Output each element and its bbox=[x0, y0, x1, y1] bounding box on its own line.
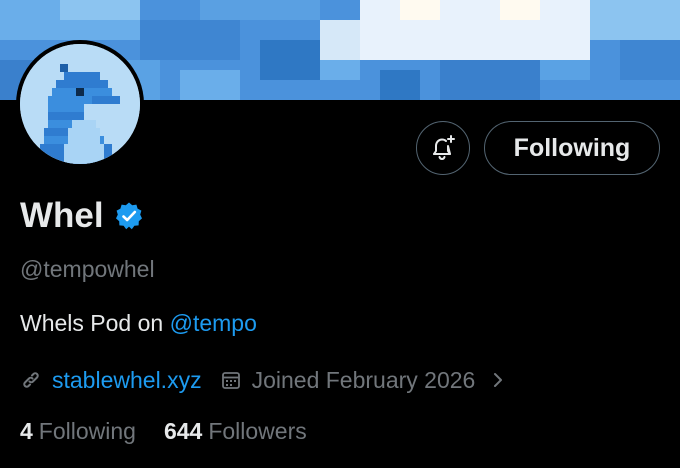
verified-badge-icon[interactable] bbox=[114, 201, 144, 231]
calendar-icon bbox=[220, 369, 242, 391]
bio-mention-link[interactable]: @tempo bbox=[170, 310, 257, 336]
display-name: Whel bbox=[20, 196, 104, 235]
following-stat-link[interactable]: 4 Following bbox=[20, 418, 136, 445]
bio: Whels Pod on @tempo bbox=[20, 310, 257, 337]
followers-count: 644 bbox=[163, 418, 203, 444]
link-icon bbox=[20, 369, 42, 391]
chevron-right-icon[interactable] bbox=[491, 369, 505, 391]
following-count: 4 bbox=[20, 418, 33, 444]
profile-meta-row: stablewhel.xyz Joined February 2026 bbox=[20, 364, 505, 396]
website-link[interactable]: stablewhel.xyz bbox=[52, 367, 202, 394]
avatar-image bbox=[20, 44, 140, 164]
bio-text: Whels Pod on bbox=[20, 310, 170, 336]
avatar[interactable] bbox=[16, 40, 144, 168]
following-label: Following bbox=[38, 418, 136, 444]
following-button[interactable]: Following bbox=[484, 121, 660, 175]
display-name-row: Whel bbox=[20, 192, 144, 240]
joined-date: Joined February 2026 bbox=[251, 366, 476, 393]
followers-label: Followers bbox=[208, 418, 307, 444]
profile-page: Following Whel @tempowhel Whels Pod on @… bbox=[0, 0, 680, 468]
followers-stat-link[interactable]: 644 Followers bbox=[164, 418, 307, 445]
stats-row: 4 Following 644 Followers bbox=[20, 418, 335, 445]
bell-plus-icon bbox=[428, 133, 458, 163]
notify-button[interactable] bbox=[416, 121, 470, 175]
user-handle: @tempowhel bbox=[20, 256, 155, 282]
